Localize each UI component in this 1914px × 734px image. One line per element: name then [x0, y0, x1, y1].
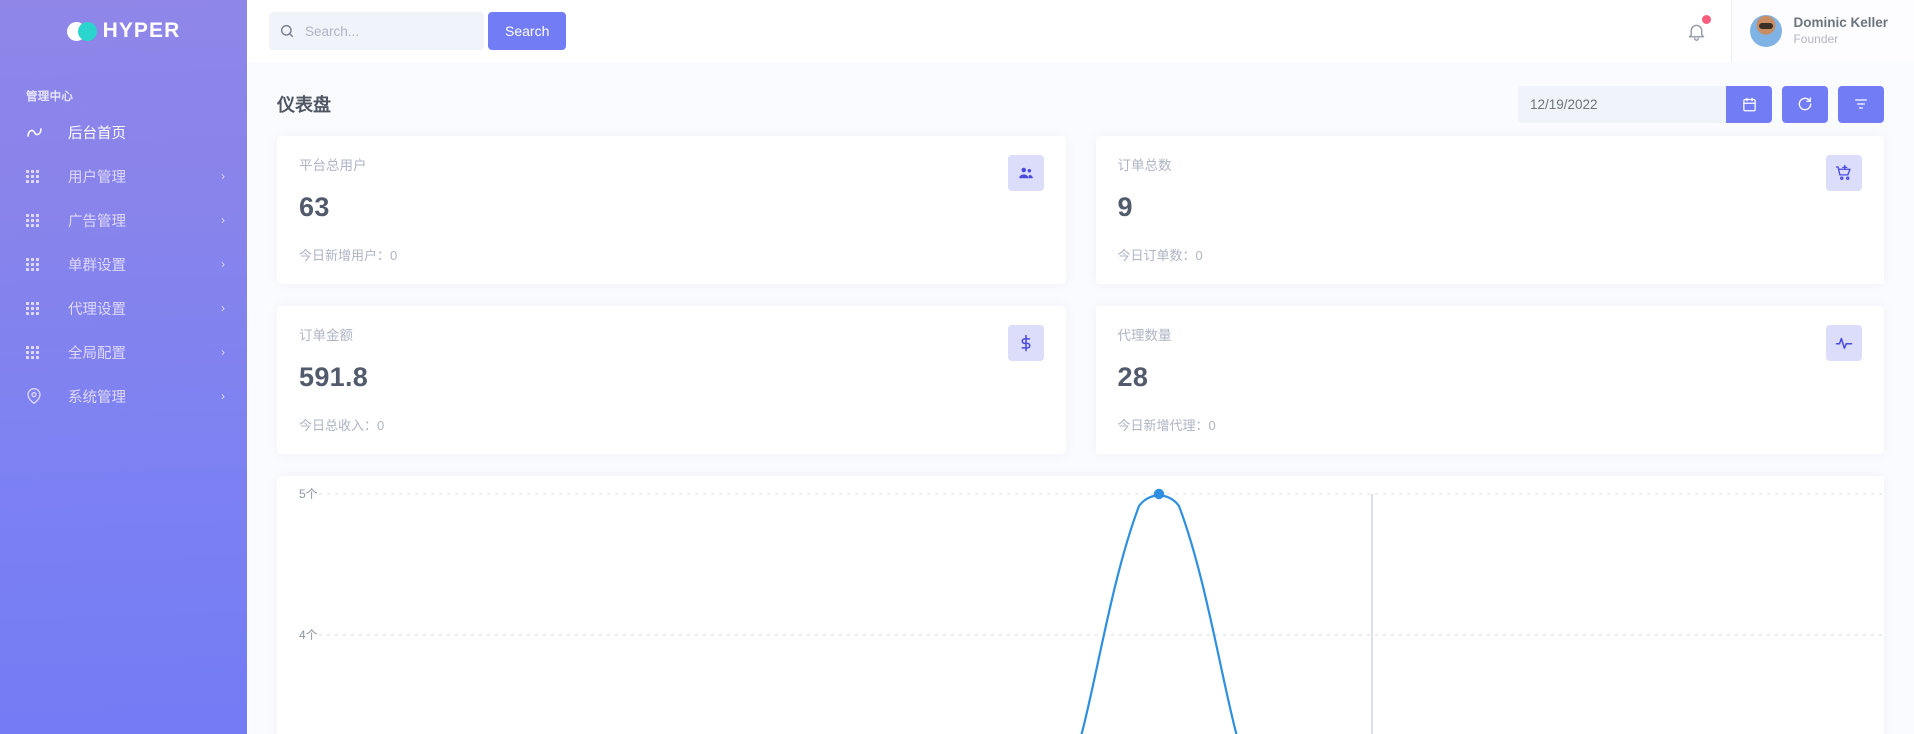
sidebar-item-user-management[interactable]: 用户管理 ›	[0, 154, 247, 198]
topbar-right: Dominic Keller Founder	[1662, 0, 1914, 62]
profile-meta: Dominic Keller Founder	[1793, 15, 1888, 47]
sidebar-item-label: 后台首页	[68, 122, 126, 143]
notification-badge	[1702, 15, 1711, 24]
filter-button[interactable]	[1838, 86, 1884, 123]
stat-label: 订单金额	[299, 324, 1044, 344]
profile-name: Dominic Keller	[1793, 15, 1888, 32]
stat-value: 9	[1118, 192, 1863, 223]
trend-chart-card: 5个 4个	[277, 476, 1884, 734]
sidebar-item-group-settings[interactable]: 单群设置 ›	[0, 242, 247, 286]
stat-subtext: 今日订单数：0	[1118, 245, 1863, 264]
topbar: Search Dominic Keller Founder	[247, 0, 1914, 62]
sidebar-section-title: 管理中心	[0, 62, 247, 110]
stat-value: 28	[1118, 362, 1863, 393]
refresh-icon	[1797, 96, 1813, 112]
stat-card-order-amount: 订单金额 591.8 今日总收入：0	[277, 306, 1066, 454]
stat-subtext: 今日新增用户：0	[299, 245, 1044, 264]
stat-card-total-users: 平台总用户 63 今日新增用户：0	[277, 136, 1066, 284]
users-icon	[1008, 155, 1044, 191]
stat-subtext: 今日新增代理：0	[1118, 415, 1863, 434]
sidebar-item-label: 代理设置	[68, 298, 126, 319]
y-tick-label: 4个	[299, 628, 318, 642]
cart-plus-icon	[1826, 155, 1862, 191]
activity-icon	[26, 124, 48, 141]
calendar-icon	[1742, 97, 1757, 112]
page-toolbar	[1518, 86, 1884, 123]
sidebar-item-label: 广告管理	[68, 210, 126, 231]
stat-card-total-orders: 订单总数 9 今日订单数：0	[1096, 136, 1885, 284]
sidebar: HYPER 管理中心 后台首页 用户管理 › 广告管理 ›	[0, 0, 247, 734]
stat-value: 63	[299, 192, 1044, 223]
brand-name: HYPER	[103, 19, 181, 43]
sidebar-item-dashboard[interactable]: 后台首页	[0, 110, 247, 154]
grid-dots-icon	[26, 258, 48, 271]
avatar	[1750, 15, 1782, 47]
stat-subtext: 今日总收入：0	[299, 415, 1044, 434]
brand-logo[interactable]: HYPER	[0, 0, 247, 62]
stat-label: 平台总用户	[299, 154, 1044, 174]
sidebar-item-agent-settings[interactable]: 代理设置 ›	[0, 286, 247, 330]
stat-label: 代理数量	[1118, 324, 1863, 344]
dollar-icon	[1008, 325, 1044, 361]
notifications-button[interactable]	[1662, 0, 1731, 62]
grid-dots-icon	[26, 214, 48, 227]
chevron-right-icon: ›	[221, 170, 225, 182]
search-icon	[279, 23, 295, 39]
sidebar-item-ad-management[interactable]: 广告管理 ›	[0, 198, 247, 242]
page-title: 仪表盘	[277, 91, 331, 117]
chevron-right-icon: ›	[221, 258, 225, 270]
sidebar-item-system-management[interactable]: 系统管理 ›	[0, 374, 247, 418]
stat-card-row-1: 平台总用户 63 今日新增用户：0 订单总数 9 今日订单数：0	[277, 136, 1884, 284]
main-area: Search Dominic Keller Founder 仪表盘	[247, 0, 1914, 734]
stat-label: 订单总数	[1118, 154, 1863, 174]
search-group: Search	[269, 12, 566, 50]
stat-cards: 平台总用户 63 今日新增用户：0 订单总数 9 今日订单数：0	[247, 124, 1914, 454]
app-root: HYPER 管理中心 后台首页 用户管理 › 广告管理 ›	[0, 0, 1914, 734]
chevron-right-icon: ›	[221, 346, 225, 358]
sidebar-item-label: 单群设置	[68, 254, 126, 275]
stat-card-agent-count: 代理数量 28 今日新增代理：0	[1096, 306, 1885, 454]
grid-dots-icon	[26, 346, 48, 359]
search-input[interactable]	[305, 24, 474, 39]
profile-menu[interactable]: Dominic Keller Founder	[1731, 0, 1914, 62]
sidebar-item-global-config[interactable]: 全局配置 ›	[0, 330, 247, 374]
sidebar-item-label: 用户管理	[68, 166, 126, 187]
calendar-button[interactable]	[1726, 86, 1772, 123]
logo-circles-icon	[67, 22, 97, 41]
refresh-button[interactable]	[1782, 86, 1828, 123]
date-input[interactable]	[1518, 86, 1726, 123]
map-pin-icon	[26, 388, 48, 404]
data-point-marker	[1154, 489, 1164, 499]
search-box[interactable]	[269, 12, 484, 50]
page-header: 仪表盘	[247, 62, 1914, 124]
chart-overlay: 5个 4个	[277, 476, 1884, 734]
pulse-icon	[1826, 325, 1862, 361]
grid-dots-icon	[26, 170, 48, 183]
chevron-right-icon: ›	[221, 302, 225, 314]
search-button[interactable]: Search	[488, 12, 566, 50]
chevron-right-icon: ›	[221, 214, 225, 226]
sidebar-item-label: 系统管理	[68, 386, 126, 407]
stat-value: 591.8	[299, 362, 1044, 393]
chevron-right-icon: ›	[221, 390, 225, 402]
y-tick-label: 5个	[299, 487, 318, 501]
filter-icon	[1853, 96, 1869, 112]
stat-card-row-2: 订单金额 591.8 今日总收入：0 代理数量 28 今日新增代理：0	[277, 306, 1884, 454]
grid-dots-icon	[26, 302, 48, 315]
profile-role: Founder	[1793, 32, 1888, 47]
sidebar-item-label: 全局配置	[68, 342, 126, 363]
